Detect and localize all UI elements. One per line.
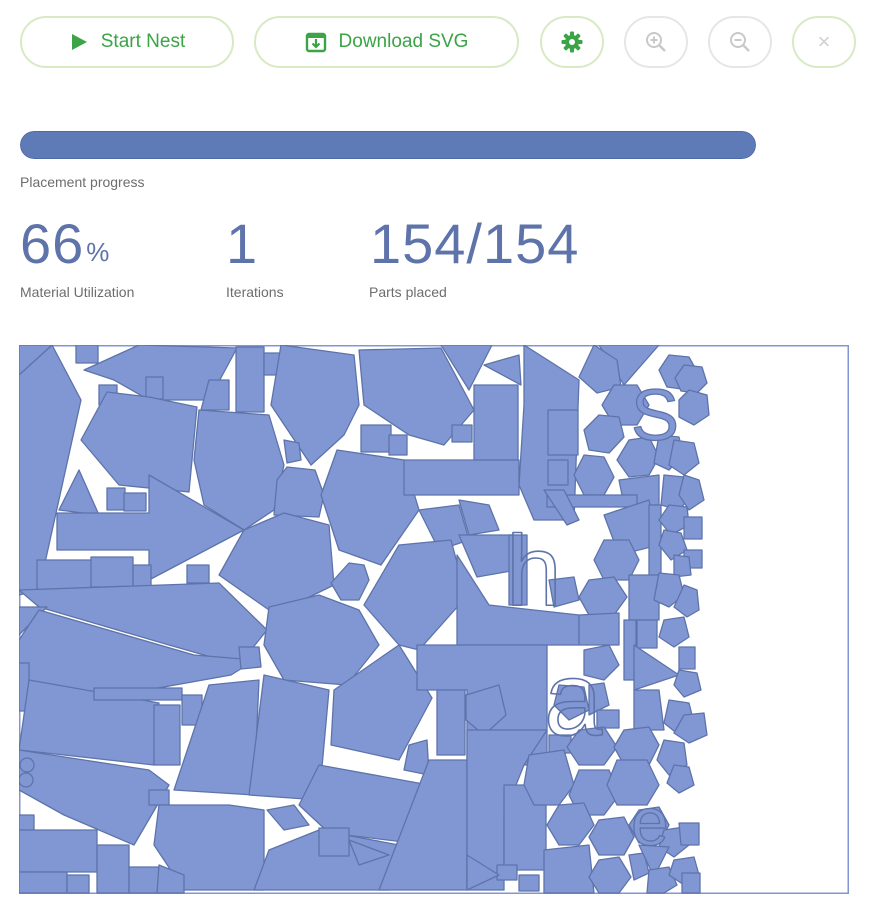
nested-part xyxy=(93,687,183,701)
nest-sheet-preview: S h a e xyxy=(19,345,849,894)
utilization-value: 66% xyxy=(20,212,110,276)
toolbar: Start Nest Download SVG × xyxy=(0,0,870,90)
nested-part xyxy=(451,424,473,443)
zoom-out-icon xyxy=(730,32,750,52)
nested-part xyxy=(148,789,170,806)
nested-part xyxy=(678,822,700,846)
iterations-label: Iterations xyxy=(226,284,284,300)
nested-part xyxy=(235,346,265,413)
nested-part xyxy=(633,689,665,731)
nested-part xyxy=(128,866,160,894)
nested-part xyxy=(145,376,164,400)
nested-part xyxy=(19,829,98,873)
nested-part xyxy=(19,757,35,773)
zoom-in-button[interactable] xyxy=(624,16,688,68)
parts-placed-label: Parts placed xyxy=(369,284,447,300)
nested-part xyxy=(96,844,130,894)
nested-part-glyph: a xyxy=(544,641,603,758)
nested-part xyxy=(186,564,210,584)
nested-part xyxy=(547,409,579,456)
download-svg-button[interactable]: Download SVG xyxy=(254,16,519,68)
nested-part xyxy=(75,345,99,364)
nested-part-glyph: e xyxy=(631,784,669,860)
nested-part xyxy=(683,516,703,540)
nested-part xyxy=(593,539,640,581)
nested-part xyxy=(681,872,701,894)
parts-placed-value: 154/154 xyxy=(370,212,580,275)
placement-progress-label: Placement progress xyxy=(20,174,145,190)
nested-part xyxy=(636,619,658,649)
nested-part xyxy=(318,827,350,857)
nested-part xyxy=(547,459,569,486)
gear-icon xyxy=(561,31,583,53)
download-svg-label: Download SVG xyxy=(338,31,469,52)
zoom-in-icon xyxy=(646,32,666,52)
nested-part xyxy=(518,874,540,892)
placement-progress-fill xyxy=(20,131,756,159)
nested-part xyxy=(496,864,518,881)
settings-button[interactable] xyxy=(540,16,604,68)
nested-part xyxy=(19,814,35,831)
close-icon: × xyxy=(817,29,831,54)
start-nest-label: Start Nest xyxy=(100,31,186,52)
nested-part xyxy=(106,487,126,511)
download-icon xyxy=(305,32,326,53)
nested-part xyxy=(388,434,408,456)
play-icon xyxy=(71,34,87,50)
nested-part-glyph: S xyxy=(631,376,679,456)
nested-part xyxy=(36,559,93,591)
utilization-unit: % xyxy=(86,237,111,267)
nested-part xyxy=(123,492,147,512)
nested-part xyxy=(360,424,392,453)
nested-part xyxy=(543,844,595,894)
close-button[interactable]: × xyxy=(792,16,856,68)
placement-progress-bar xyxy=(20,131,756,159)
start-nest-button[interactable]: Start Nest xyxy=(20,16,234,68)
nested-part xyxy=(238,646,262,670)
zoom-out-button[interactable] xyxy=(708,16,772,68)
nested-part xyxy=(473,384,519,461)
nested-part xyxy=(436,689,466,756)
nested-part xyxy=(283,439,302,464)
nested-part xyxy=(678,646,696,670)
nested-part xyxy=(66,874,90,894)
nested-part xyxy=(403,459,520,496)
utilization-number: 66 xyxy=(20,212,85,275)
nested-part xyxy=(673,554,692,578)
nested-part xyxy=(19,871,68,894)
nested-part xyxy=(273,466,325,518)
utilization-label: Material Utilization xyxy=(20,284,135,300)
nested-part xyxy=(90,556,134,588)
iterations-value: 1 xyxy=(226,212,259,275)
nested-part xyxy=(132,564,152,588)
nested-part xyxy=(19,772,34,788)
nested-part xyxy=(153,704,181,766)
nested-part-glyph: h xyxy=(506,515,562,627)
